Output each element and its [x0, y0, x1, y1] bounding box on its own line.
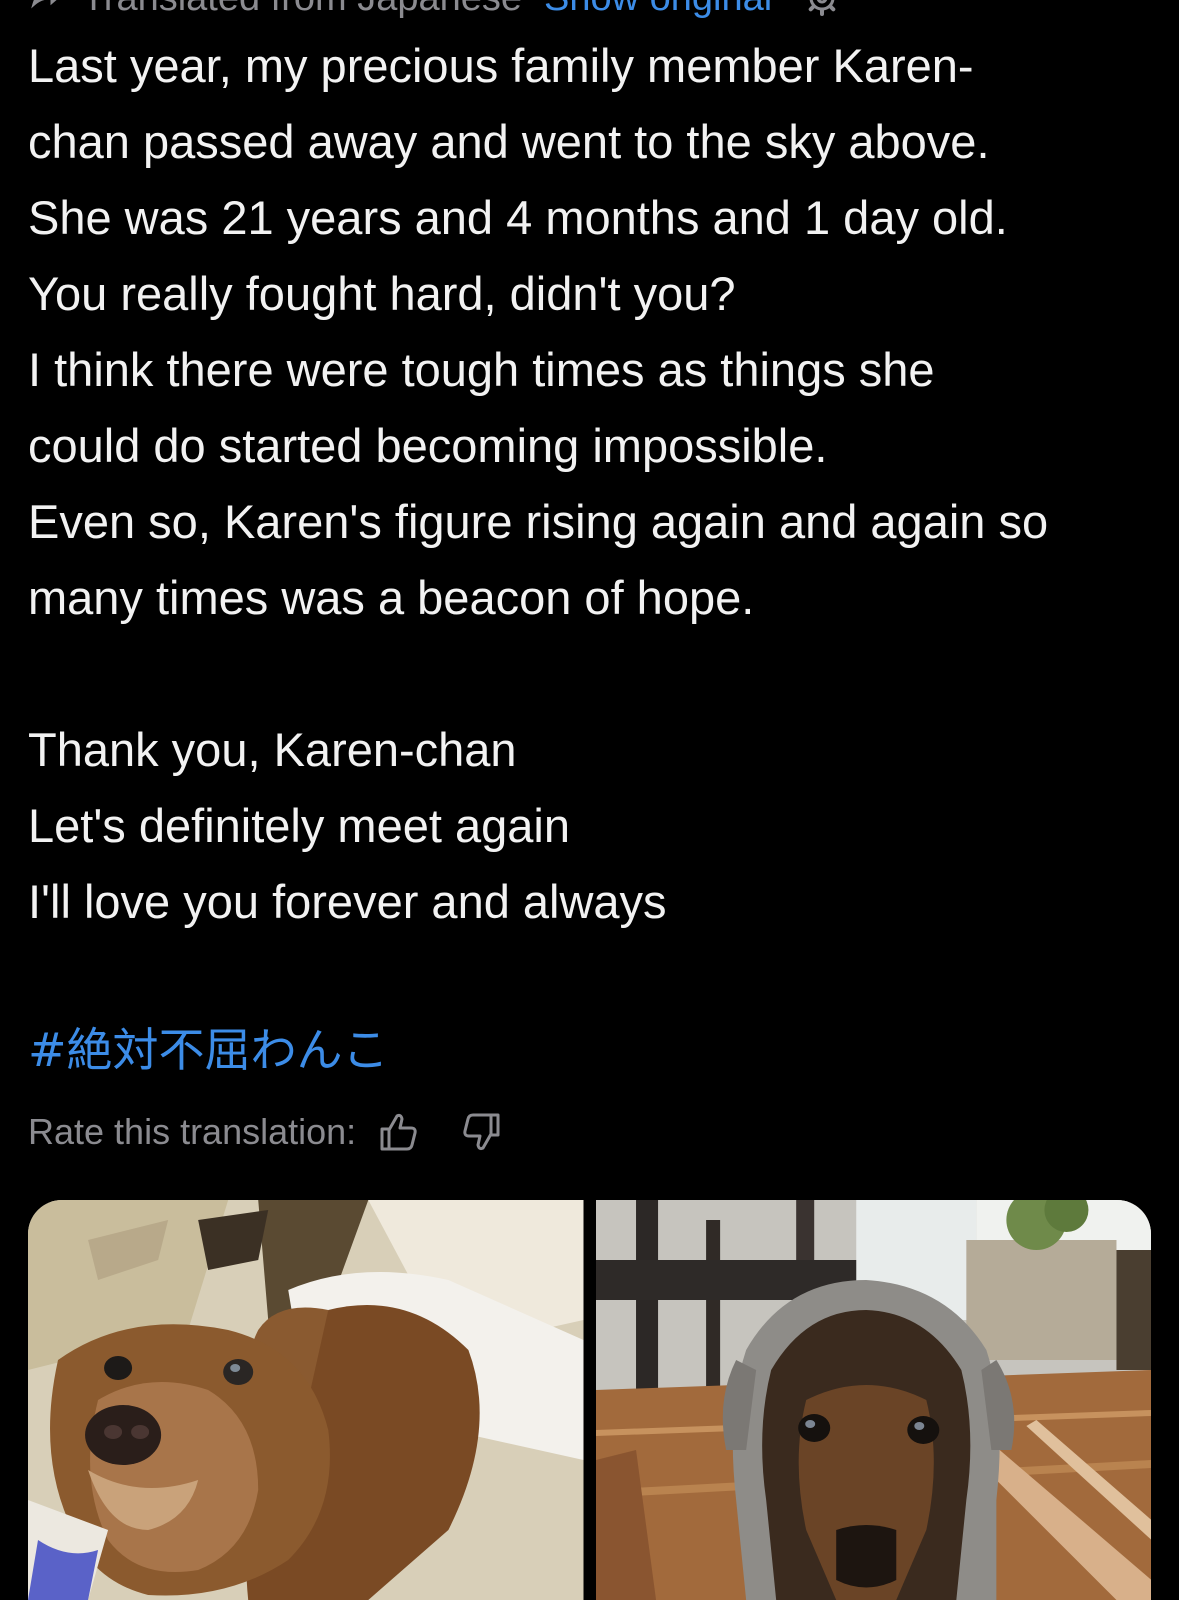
- post-line: could do started becoming impossible.: [28, 419, 828, 472]
- post-line: Last year, my precious family member Kar…: [28, 39, 974, 92]
- rate-translation-label: Rate this translation:: [28, 1111, 357, 1152]
- post-line: I think there were tough times as things…: [28, 343, 935, 396]
- post-line: Even so, Karen's figure rising again and…: [28, 495, 1049, 548]
- post-blank-line: [28, 636, 1158, 712]
- gear-icon[interactable]: [804, 0, 840, 16]
- translation-bar: Translated from Japanese Show original: [28, 0, 840, 20]
- translated-from-label: Translated from Japanese: [82, 0, 522, 20]
- post-line: chan passed away and went to the sky abo…: [28, 115, 990, 168]
- post-text: Last year, my precious family member Kar…: [28, 28, 1158, 940]
- dachshund-hood-image: [595, 1200, 1151, 1600]
- post-line: You really fought hard, didn't you?: [28, 267, 736, 320]
- translate-icon: [28, 0, 68, 18]
- post-line: I'll love you forever and always: [28, 875, 667, 928]
- post-line: She was 21 years and 4 months and 1 day …: [28, 191, 1008, 244]
- thumbs-up-icon[interactable]: [376, 1109, 422, 1155]
- post-line: many times was a beacon of hope.: [28, 571, 755, 624]
- photo-gallery: [28, 1200, 1151, 1600]
- dachshund-couch-image: [28, 1200, 584, 1600]
- rate-translation-row: Rate this translation:: [28, 1104, 504, 1160]
- thumbs-down-icon[interactable]: [458, 1109, 504, 1155]
- hashtag-link[interactable]: #絶対不屈わんこ: [28, 1018, 389, 1082]
- post-line: Thank you, Karen-chan: [28, 723, 517, 776]
- dog-photo-right[interactable]: [595, 1200, 1151, 1600]
- show-original-link[interactable]: Show original: [544, 0, 772, 20]
- post-line: Let's definitely meet again: [28, 799, 570, 852]
- dog-photo-left[interactable]: [28, 1200, 584, 1600]
